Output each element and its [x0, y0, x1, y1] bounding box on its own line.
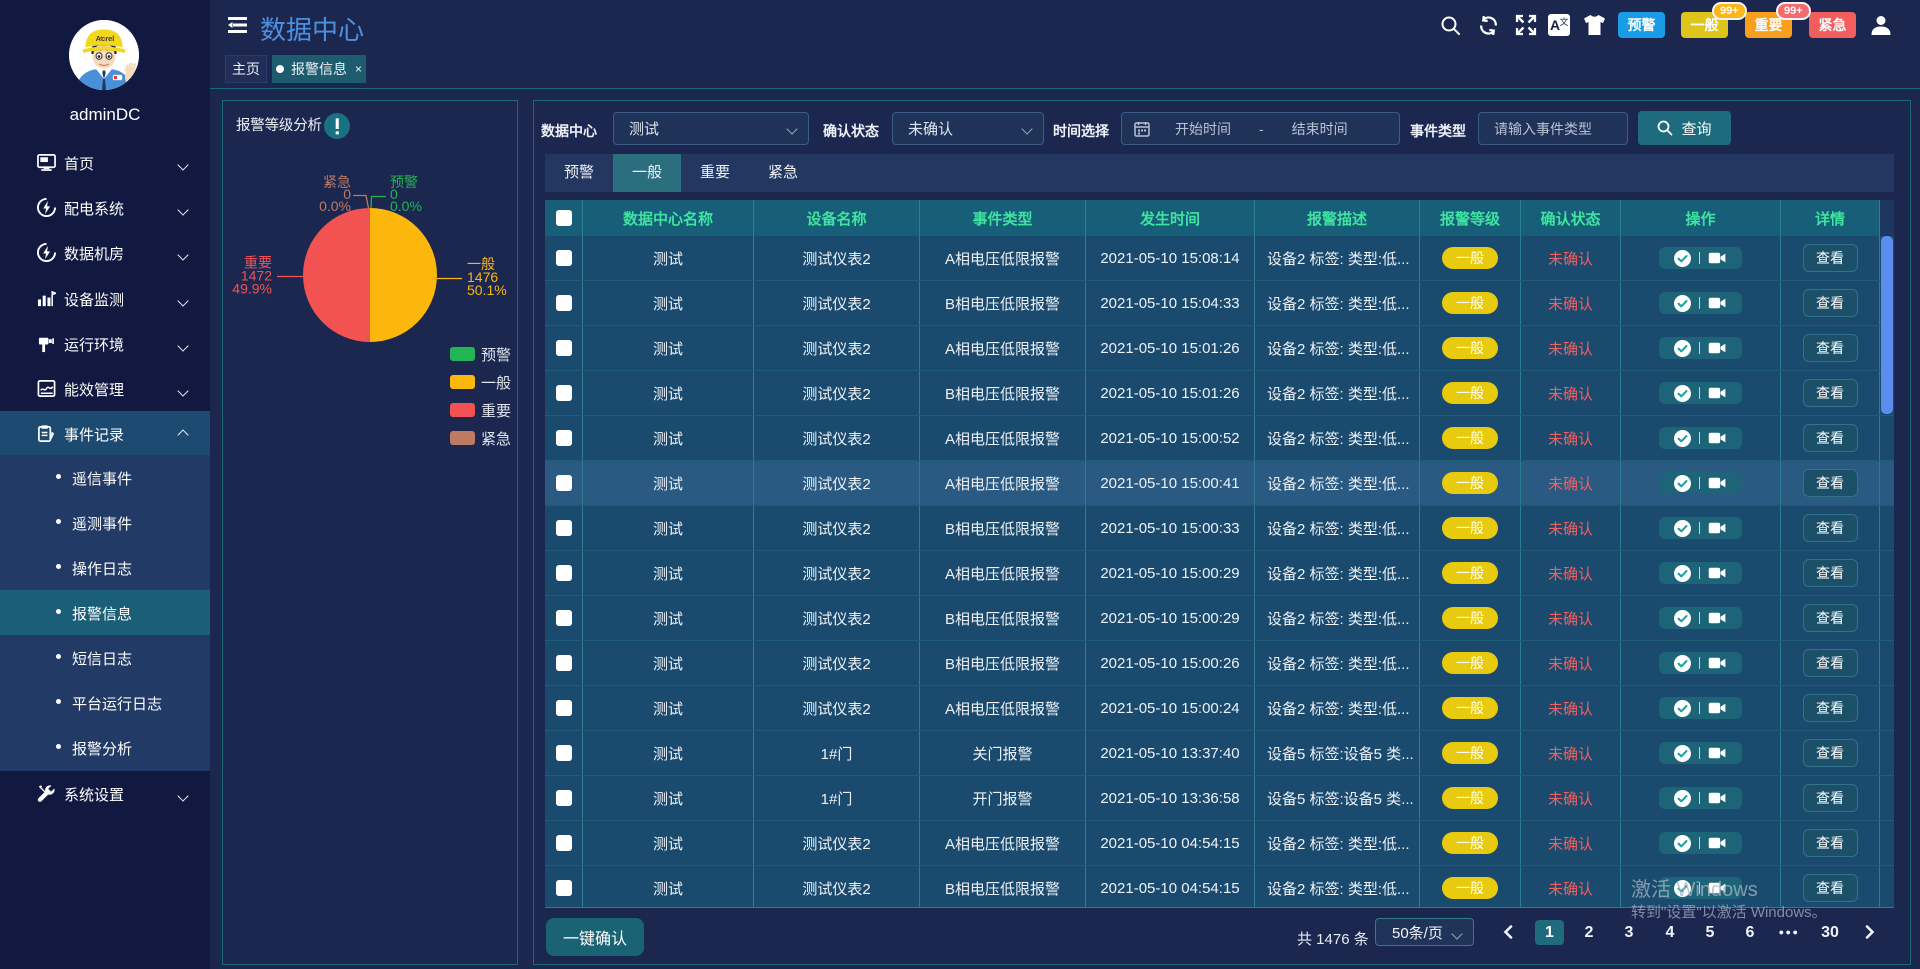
svg-text:紧急: 紧急	[481, 431, 511, 448]
svg-text:重要: 重要	[481, 403, 511, 420]
svg-text:0.0%: 0.0%	[390, 198, 422, 214]
svg-text:50.1%: 50.1%	[467, 282, 507, 298]
svg-text:预警: 预警	[481, 347, 511, 364]
svg-text:文: 文	[1559, 16, 1568, 27]
svg-text:49.9%: 49.9%	[232, 281, 272, 297]
svg-text:0.0%: 0.0%	[319, 198, 351, 214]
svg-text:一般: 一般	[481, 375, 511, 392]
svg-text:Acrel: Acrel	[96, 34, 115, 43]
